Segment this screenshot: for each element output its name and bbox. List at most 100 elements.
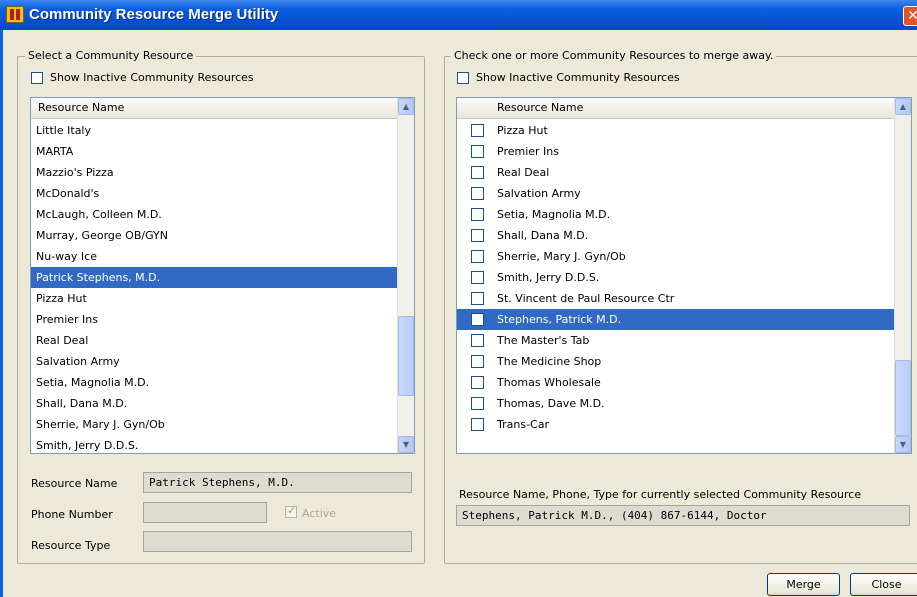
left-list-item[interactable]: McLaugh, Colleen M.D. (31, 204, 397, 225)
right-merge-checkbox[interactable] (471, 124, 484, 137)
right-list-scrollbar[interactable]: ▲ ▼ (894, 98, 911, 453)
left-list-header[interactable]: Resource Name (31, 98, 397, 119)
left-list-item[interactable]: Mazzio's Pizza (31, 162, 397, 183)
right-merge-checkbox[interactable] (471, 334, 484, 347)
left-show-inactive-label: Show Inactive Community Resources (50, 71, 254, 84)
window-title: Community Resource Merge Utility (29, 6, 279, 23)
right-merge-checkbox[interactable] (471, 313, 484, 326)
right-list-item-label: Pizza Hut (497, 124, 548, 137)
active-checkbox[interactable]: ✓ (285, 504, 297, 518)
right-list-item-label: Trans-Car (497, 418, 549, 431)
right-list-item[interactable]: The Medicine Shop (457, 351, 894, 372)
right-merge-checkbox[interactable] (471, 397, 484, 410)
left-list-item[interactable]: Nu-way Ice (31, 246, 397, 267)
right-list-item[interactable]: Thomas, Dave M.D. (457, 393, 894, 414)
left-list-item-label: Smith, Jerry D.D.S. (36, 439, 139, 452)
left-list-item-label: MARTA (36, 145, 74, 158)
right-merge-checkbox[interactable] (471, 376, 484, 389)
left-list-item[interactable]: Pizza Hut (31, 288, 397, 309)
right-list-item[interactable]: Salvation Army (457, 183, 894, 204)
right-list-item-label: The Master's Tab (497, 334, 590, 347)
left-list-item[interactable]: Premier Ins (31, 309, 397, 330)
left-scroll-thumb[interactable] (398, 316, 414, 396)
left-list-item-label: Setia, Magnolia M.D. (36, 376, 150, 389)
left-list-item[interactable]: McDonald's (31, 183, 397, 204)
right-merge-checkbox[interactable] (471, 166, 484, 179)
right-list-header[interactable]: Resource Name (457, 98, 894, 119)
right-merge-checkbox[interactable] (471, 418, 484, 431)
left-list-item[interactable]: MARTA (31, 141, 397, 162)
left-list-item[interactable]: Salvation Army (31, 351, 397, 372)
right-merge-checkbox[interactable] (471, 187, 484, 200)
left-scroll-down-button[interactable]: ▼ (398, 436, 414, 453)
right-show-inactive-checkbox[interactable] (457, 72, 469, 84)
right-list-item-label: Real Deal (497, 166, 550, 179)
selected-info-label: Resource Name, Phone, Type for currently… (459, 488, 862, 501)
phone-number-label: Phone Number (31, 508, 113, 521)
right-list-item[interactable]: Pizza Hut (457, 120, 894, 141)
left-list-item[interactable]: Setia, Magnolia M.D. (31, 372, 397, 393)
left-resource-list[interactable]: Resource Name ▲ ▼ Little Italy MARTA Mazzi… (30, 97, 415, 454)
left-list-scrollbar[interactable]: ▲ ▼ (397, 98, 414, 453)
left-list-item-label: McLaugh, Colleen M.D. (36, 208, 162, 221)
left-list-item-label: Sherrie, Mary J. Gyn/Ob (36, 418, 165, 431)
right-list-item[interactable]: Trans-Car (457, 414, 894, 435)
left-list-item[interactable]: Patrick Stephens, M.D. (31, 267, 397, 288)
title-bar[interactable]: Community Resource Merge Utility ✕ (0, 0, 917, 30)
right-list-item[interactable]: The Master's Tab (457, 330, 894, 351)
left-list-item[interactable]: Murray, George OB/GYN (31, 225, 397, 246)
left-list-item-label: Little Italy (36, 124, 91, 137)
selected-info-field[interactable]: Stephens, Patrick M.D., (404) 867-6144, … (456, 505, 910, 526)
right-list-item-label: The Medicine Shop (497, 355, 602, 368)
left-list-item[interactable]: Shall, Dana M.D. (31, 393, 397, 414)
right-merge-checkbox[interactable] (471, 355, 484, 368)
left-list-item-label: Murray, George OB/GYN (36, 229, 168, 242)
right-scroll-down-button[interactable]: ▼ (895, 436, 911, 453)
left-list-item-label: Pizza Hut (36, 292, 87, 305)
right-list-item-label: St. Vincent de Paul Resource Ctr (497, 292, 675, 305)
left-list-item[interactable]: Smith, Jerry D.D.S. (31, 435, 397, 453)
left-list-item[interactable]: Real Deal (31, 330, 397, 351)
right-merge-checkbox[interactable] (471, 145, 484, 158)
right-resource-list[interactable]: Resource Name ▲ ▼ Pizza Hut Premier Ins Re… (456, 97, 912, 454)
right-merge-checkbox[interactable] (471, 271, 484, 284)
right-merge-checkbox[interactable] (471, 229, 484, 242)
phone-number-field[interactable] (143, 502, 267, 523)
left-list-item-label: Salvation Army (36, 355, 120, 368)
left-column-header: Resource Name (38, 101, 125, 114)
window-border (0, 30, 3, 597)
right-merge-checkbox[interactable] (471, 250, 484, 263)
left-list-item-label: Shall, Dana M.D. (36, 397, 128, 410)
right-list-item[interactable]: St. Vincent de Paul Resource Ctr (457, 288, 894, 309)
right-list-item-label: Setia, Magnolia M.D. (497, 208, 611, 221)
right-list-item-label: Premier Ins (497, 145, 559, 158)
right-list-item[interactable]: Shall, Dana M.D. (457, 225, 894, 246)
left-list-item-label: McDonald's (36, 187, 100, 200)
left-list-item-label: Premier Ins (36, 313, 98, 326)
resource-name-field[interactable]: Patrick Stephens, M.D. (143, 472, 412, 493)
resource-name-label: Resource Name (31, 477, 118, 490)
close-button-label: Close (871, 578, 902, 591)
right-list-item[interactable]: Smith, Jerry D.D.S. (457, 267, 894, 288)
right-scroll-thumb[interactable] (895, 360, 911, 436)
right-list-item[interactable]: Sherrie, Mary J. Gyn/Ob (457, 246, 894, 267)
app-icon (6, 6, 24, 23)
right-list-item[interactable]: Stephens, Patrick M.D. (457, 309, 894, 330)
close-button[interactable]: Close (850, 573, 917, 596)
left-show-inactive-checkbox[interactable] (31, 72, 43, 84)
right-list-item[interactable]: Real Deal (457, 162, 894, 183)
right-merge-checkbox[interactable] (471, 292, 484, 305)
window-close-button[interactable]: ✕ (903, 6, 917, 26)
right-list-item[interactable]: Setia, Magnolia M.D. (457, 204, 894, 225)
left-scroll-up-button[interactable]: ▲ (398, 98, 414, 115)
right-list-item[interactable]: Thomas Wholesale (457, 372, 894, 393)
left-list-item[interactable]: Sherrie, Mary J. Gyn/Ob (31, 414, 397, 435)
right-list-item-label: Thomas Wholesale (497, 376, 601, 389)
right-list-item[interactable]: Premier Ins (457, 141, 894, 162)
left-list-item[interactable]: Little Italy (31, 120, 397, 141)
resource-type-field[interactable] (143, 531, 412, 552)
merge-away-legend: Check one or more Community Resources to… (451, 49, 777, 62)
right-scroll-up-button[interactable]: ▲ (895, 98, 911, 115)
merge-button[interactable]: Merge (767, 573, 840, 596)
right-merge-checkbox[interactable] (471, 208, 484, 221)
